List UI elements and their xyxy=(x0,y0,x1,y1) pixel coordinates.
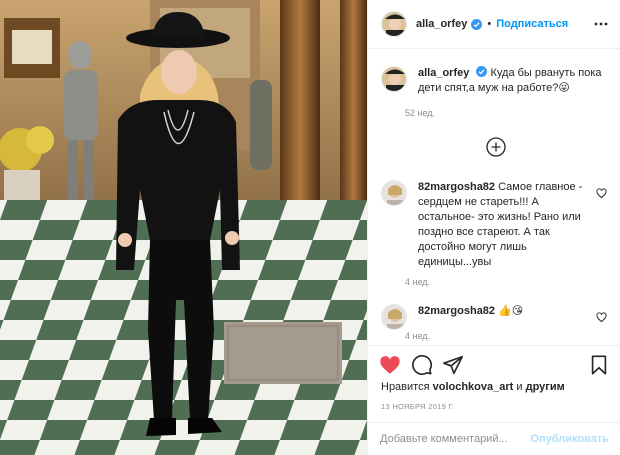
comment-username[interactable]: 82margosha82 xyxy=(418,305,495,317)
add-comment-bar: Опубликовать xyxy=(368,422,620,455)
follow-button[interactable]: Подписаться xyxy=(496,18,568,30)
comment-timestamp[interactable]: 4 нед. xyxy=(405,331,430,341)
likes-middle: и xyxy=(516,381,523,393)
verified-badge-icon xyxy=(471,18,483,30)
comment-like-heart-icon[interactable] xyxy=(596,312,607,323)
likes-prefix: Нравится xyxy=(381,381,430,393)
comments-scroll-area[interactable]: alla_orfey Куда бы рвануть пока дети спя… xyxy=(368,50,620,345)
comment-item: 82margosha82 Самое главное - сердцем не … xyxy=(381,180,613,270)
publish-button[interactable]: Опубликовать xyxy=(530,433,609,445)
action-bar xyxy=(368,345,620,382)
comment-like-heart-icon[interactable] xyxy=(596,188,607,199)
post-side-panel: alla_orfey • Подписаться alla_orfey Куда… xyxy=(367,0,620,455)
plus-circle-icon[interactable] xyxy=(485,136,507,158)
bookmark-icon[interactable] xyxy=(588,354,610,376)
caption-timestamp[interactable]: 52 нед. xyxy=(405,108,435,118)
comment-input[interactable] xyxy=(380,433,531,445)
post-date[interactable]: 13 НОЯБРЯ 2019 Г. xyxy=(381,402,454,411)
paper-plane-icon[interactable] xyxy=(442,354,464,376)
post-photo-image xyxy=(0,0,367,455)
post-caption: alla_orfey Куда бы рвануть пока дети спя… xyxy=(381,66,613,96)
caption-author[interactable]: alla_orfey xyxy=(418,67,469,79)
comment-bubble-icon[interactable] xyxy=(411,354,433,376)
instagram-post: alla_orfey • Подписаться alla_orfey Куда… xyxy=(0,0,620,455)
post-header: alla_orfey • Подписаться xyxy=(368,0,620,49)
likes-summary: Нравится volochkova_art и другим xyxy=(381,381,565,393)
caption-text-block: alla_orfey Куда бы рвануть пока дети спя… xyxy=(418,66,608,96)
commenter-avatar[interactable] xyxy=(381,180,407,206)
comment-text-block: 82margosha82 Самое главное - сердцем не … xyxy=(418,180,596,270)
commenter-avatar[interactable] xyxy=(381,304,407,330)
comment-timestamp[interactable]: 4 нед. xyxy=(405,277,430,287)
comment-text-block: 82margosha82 👍😘 xyxy=(418,304,596,330)
caption-verified-badge-icon xyxy=(476,66,488,77)
heart-icon[interactable] xyxy=(379,354,401,376)
liked-by-user[interactable]: volochkova_art xyxy=(433,381,514,393)
header-separator: • xyxy=(487,18,492,30)
author-avatar[interactable] xyxy=(381,11,407,37)
caption-author-avatar[interactable] xyxy=(381,66,407,92)
liked-by-others[interactable]: другим xyxy=(526,381,565,393)
comment-text: 👍😘 xyxy=(498,305,524,317)
post-photo[interactable] xyxy=(0,0,367,455)
comment-text: Самое главное - сердцем не стареть!!! А … xyxy=(418,181,583,268)
more-horizontal-icon[interactable] xyxy=(593,17,609,31)
comment-item: 82margosha82 👍😘 xyxy=(381,304,613,330)
comment-username[interactable]: 82margosha82 xyxy=(418,181,495,193)
author-username[interactable]: alla_orfey xyxy=(416,18,467,30)
